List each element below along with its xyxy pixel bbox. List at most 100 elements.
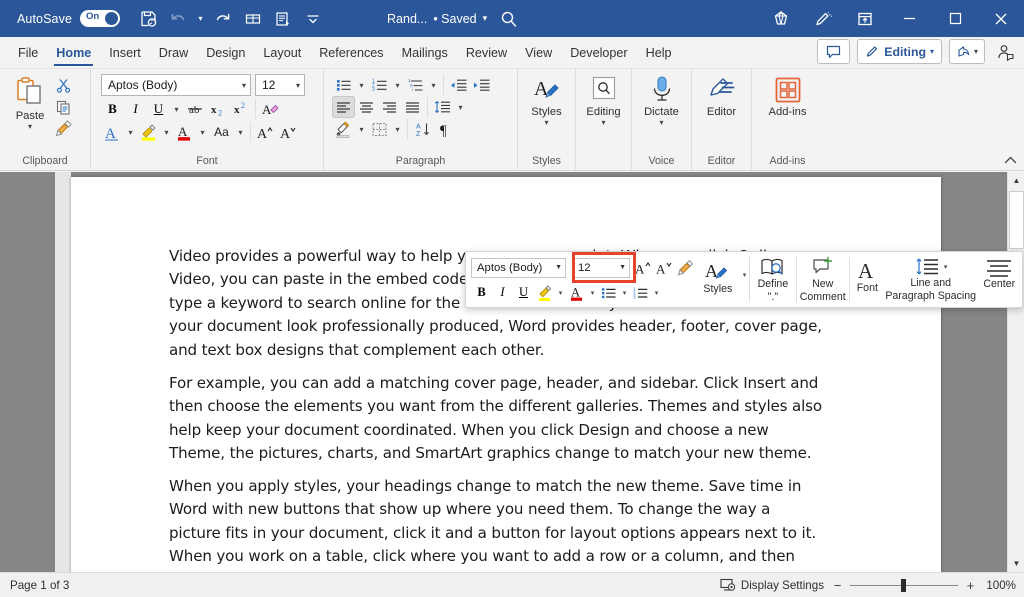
mini-line-spacing-button[interactable]: ▾ Line and Paragraph Spacing (885, 252, 977, 307)
numbering-button[interactable]: 123 (368, 74, 391, 96)
mini-font-color-chevron-down-icon[interactable]: ▾ (587, 282, 598, 304)
scroll-down-arrow-icon[interactable]: ▼ (1008, 555, 1024, 572)
tab-file[interactable]: File (9, 38, 47, 68)
close-button[interactable] (978, 0, 1024, 37)
copy-button[interactable] (52, 96, 75, 118)
multilevel-list-chevron-down-icon[interactable]: ▾ (427, 74, 440, 96)
mini-font-dialog-button[interactable]: A Font (850, 252, 885, 307)
borders-chevron-down-icon[interactable]: ▾ (391, 118, 404, 140)
mini-numbering-chevron-down-icon[interactable]: ▾ (651, 282, 662, 304)
shading-button[interactable] (332, 118, 355, 140)
share-chevron-down-icon[interactable]: ▾ (974, 47, 978, 56)
tab-home[interactable]: Home (47, 38, 100, 68)
tab-developer[interactable]: Developer (561, 38, 636, 68)
mini-grow-font-button[interactable]: A (633, 257, 654, 279)
borders-button[interactable] (368, 118, 391, 140)
zoom-slider-thumb[interactable] (901, 578, 906, 592)
search-icon[interactable] (498, 0, 520, 37)
undo-dropdown-icon[interactable]: ▾ (194, 8, 207, 30)
copy-format-icon[interactable] (269, 5, 297, 33)
document-title-area[interactable]: Rand... • Saved ▾ (387, 12, 487, 26)
text-effects-button[interactable]: A (101, 121, 124, 143)
bullets-button[interactable] (332, 74, 355, 96)
subscript-button[interactable]: x2 (206, 98, 229, 120)
justify-button[interactable] (401, 96, 424, 118)
draw-pen-icon[interactable] (802, 0, 844, 37)
copilot-icon[interactable] (760, 0, 802, 37)
increase-indent-button[interactable] (470, 74, 493, 96)
zoom-in-button[interactable]: + (965, 578, 976, 593)
clear-formatting-button[interactable]: A (259, 98, 282, 120)
font-size-input[interactable]: 12 ▾ (255, 74, 305, 96)
mini-new-comment-button[interactable]: New Comment (797, 252, 849, 307)
collapse-ribbon-icon[interactable] (1003, 154, 1018, 167)
mini-styles-button[interactable]: A Styles (696, 252, 740, 307)
document-paragraph-3[interactable]: When you apply styles, your headings cha… (169, 475, 824, 572)
addins-button[interactable]: Add-ins (760, 72, 816, 118)
mini-underline-button[interactable]: U (513, 282, 534, 304)
mini-font-color-button[interactable]: A (566, 282, 587, 304)
tab-design[interactable]: Design (197, 38, 254, 68)
strikethrough-button[interactable]: ab (183, 98, 206, 120)
document-paragraph-2[interactable]: For example, you can add a matching cove… (169, 372, 824, 466)
table-icon[interactable] (239, 5, 267, 33)
mini-bold-button[interactable]: B (471, 282, 492, 304)
align-center-button[interactable] (355, 96, 378, 118)
tab-draw[interactable]: Draw (150, 38, 197, 68)
underline-button[interactable]: U (147, 98, 170, 120)
zoom-percent-label[interactable]: 100% (984, 579, 1016, 592)
title-chevron-down-icon[interactable]: ▾ (483, 13, 488, 24)
scrollbar-thumb[interactable] (1009, 191, 1024, 249)
mini-bullets-chevron-down-icon[interactable]: ▾ (619, 282, 630, 304)
mini-center-button[interactable]: Center (977, 252, 1022, 307)
line-spacing-button[interactable] (431, 96, 454, 118)
styles-chevron-down-icon[interactable]: ▾ (544, 118, 548, 127)
maximize-button[interactable] (932, 0, 978, 37)
vertical-scrollbar[interactable]: ▲ ▼ (1007, 172, 1024, 572)
mini-numbering-button[interactable]: 123 (630, 282, 651, 304)
redo-icon[interactable] (209, 5, 237, 33)
mini-font-name-input[interactable]: Aptos (Body) ▼ (471, 257, 566, 278)
mini-text-highlight-button[interactable] (534, 282, 555, 304)
editing-mode-button[interactable]: Editing ▾ (857, 39, 942, 64)
text-highlight-chevron-down-icon[interactable]: ▾ (160, 121, 173, 143)
dictate-button[interactable]: Dictate ▾ (638, 72, 686, 127)
grow-font-button[interactable]: A (254, 121, 277, 143)
people-presence-icon[interactable] (992, 39, 1018, 64)
editor-button[interactable]: Editor (698, 72, 746, 118)
mini-format-painter-button[interactable] (675, 257, 696, 279)
numbering-chevron-down-icon[interactable]: ▾ (391, 74, 404, 96)
change-case-chevron-down-icon[interactable]: ▾ (234, 121, 247, 143)
tab-view[interactable]: View (516, 38, 561, 68)
italic-button[interactable]: I (124, 98, 147, 120)
zoom-slider[interactable] (850, 578, 958, 592)
editing-button-chevron-down-icon[interactable]: ▾ (601, 118, 605, 127)
mini-define-button[interactable]: Define "." (750, 252, 795, 307)
paste-chevron-down-icon[interactable]: ▾ (28, 122, 32, 131)
tab-help[interactable]: Help (637, 38, 681, 68)
font-color-button[interactable]: A (173, 121, 196, 143)
mini-font-name-chevron-down-icon[interactable]: ▼ (555, 264, 562, 271)
tab-insert[interactable]: Insert (100, 38, 150, 68)
format-painter-button[interactable] (52, 118, 75, 140)
mini-font-size-input[interactable]: 12 ▼ (572, 257, 630, 278)
font-color-chevron-down-icon[interactable]: ▾ (196, 121, 209, 143)
save-icon[interactable] (134, 5, 162, 33)
dictate-chevron-down-icon[interactable]: ▾ (659, 118, 663, 127)
text-highlight-button[interactable] (137, 121, 160, 143)
customize-qat-icon[interactable] (299, 5, 327, 33)
mini-line-spacing-chevron-down-icon[interactable]: ▾ (944, 263, 948, 271)
mini-shrink-font-button[interactable]: A (654, 257, 675, 279)
bullets-chevron-down-icon[interactable]: ▾ (355, 74, 368, 96)
paste-button[interactable]: Paste ▾ (8, 72, 52, 131)
editing-button[interactable]: Editing ▾ (580, 72, 627, 127)
shading-chevron-down-icon[interactable]: ▾ (355, 118, 368, 140)
cut-button[interactable] (52, 74, 75, 96)
decrease-indent-button[interactable] (447, 74, 470, 96)
undo-icon[interactable] (164, 5, 192, 33)
ribbon-display-options-icon[interactable] (844, 0, 886, 37)
font-name-chevron-down-icon[interactable]: ▾ (242, 81, 246, 90)
text-effects-chevron-down-icon[interactable]: ▾ (124, 121, 137, 143)
mini-bullets-button[interactable] (598, 282, 619, 304)
display-settings-button[interactable]: Display Settings (720, 578, 824, 592)
